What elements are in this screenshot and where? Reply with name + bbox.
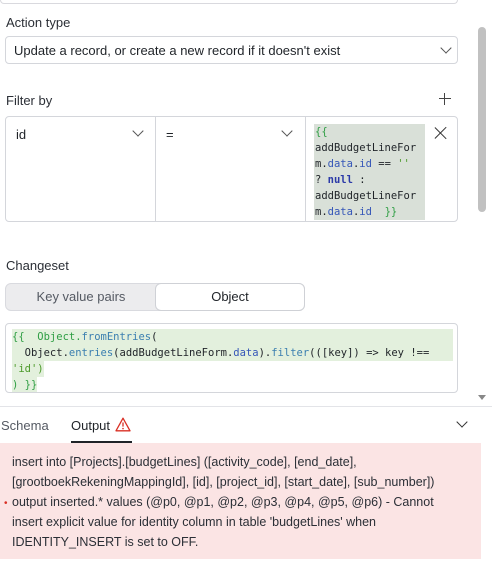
error-bullet-icon: • — [4, 498, 8, 509]
warning-triangle-icon — [115, 417, 131, 432]
action-type-value: Update a record, or create a new record … — [14, 42, 341, 58]
changeset-mode-toggle: Key value pairs Object — [5, 283, 305, 311]
remove-filter-close-icon[interactable] — [434, 126, 448, 140]
tab-object[interactable]: Object — [155, 283, 305, 311]
add-filter-plus-icon[interactable] — [439, 93, 451, 105]
filter-by-label: Filter by — [6, 93, 53, 108]
filter-column-value: id — [16, 127, 27, 142]
filter-operator-select[interactable]: = — [156, 117, 306, 221]
tab-output[interactable]: Output — [71, 418, 110, 433]
changeset-code-editor[interactable]: {{ Object.fromEntries( Object.entries(ad… — [5, 323, 458, 393]
filter-column-select[interactable]: id — [6, 117, 156, 221]
filter-value-editor[interactable]: {{ addBudgetLineFor m.data.id == '' ? nu… — [306, 117, 457, 221]
error-output: • insert into [Projects].[budgetLines] (… — [0, 443, 481, 559]
code-line: {{ Object.fromEntries( — [12, 329, 453, 345]
code-line: ) }} — [12, 377, 38, 392]
filter-expression[interactable]: {{ addBudgetLineFor m.data.id == '' ? nu… — [314, 124, 425, 220]
chevron-down-icon — [440, 42, 452, 54]
previous-card-edge — [0, 0, 458, 4]
tab-key-value-pairs[interactable]: Key value pairs — [6, 284, 156, 310]
changeset-label: Changeset — [6, 258, 69, 273]
scrollbar-thumb[interactable] — [478, 27, 486, 212]
tab-schema[interactable]: Schema — [1, 418, 49, 433]
scroll-down-arrow-icon[interactable] — [478, 395, 486, 400]
filter-operator-value: = — [166, 127, 174, 142]
action-type-select[interactable]: Update a record, or create a new record … — [5, 36, 458, 64]
filter-row: id = {{ addBudgetLineFor m.data.id == ''… — [5, 116, 458, 222]
bottom-panel-tabs: Schema Output — [0, 406, 492, 443]
chevron-down-icon — [281, 125, 293, 137]
code-line: 'id') — [12, 361, 44, 377]
chevron-down-icon — [132, 125, 144, 137]
action-type-label: Action type — [6, 15, 71, 30]
code-line: Object.entries(addBudgetLineForm.data).f… — [12, 345, 453, 361]
error-message: insert into [Projects].[budgetLines] ([a… — [12, 455, 435, 549]
